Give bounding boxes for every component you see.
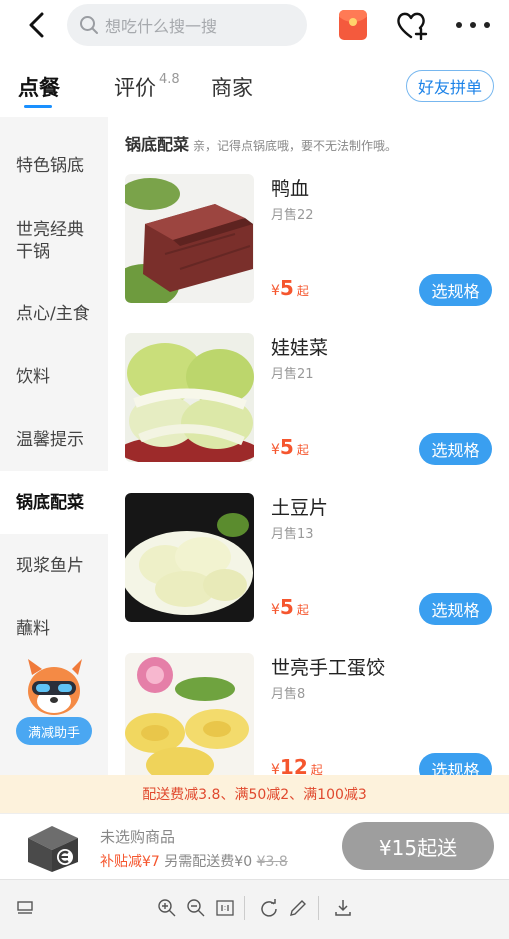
sidebar-item-special-base[interactable]: 特色锅底 <box>0 155 108 177</box>
tab-reviews-label: 评价 <box>114 76 156 100</box>
product-item[interactable]: 世亮手工蛋饺 月售8 ¥12 起 选规格 <box>108 653 509 775</box>
product-price: ¥5 起 <box>271 435 309 459</box>
price-suffix: 起 <box>296 284 309 298</box>
download-icon[interactable] <box>332 897 354 919</box>
layout-icon[interactable] <box>14 897 36 919</box>
sidebar-item-fish-slices[interactable]: 现浆鱼片 <box>0 555 108 577</box>
cart-status: 未选购商品 <box>100 828 176 846</box>
product-sales: 月售8 <box>271 687 306 702</box>
price-currency: ¥ <box>271 442 280 458</box>
product-price: ¥5 起 <box>271 276 309 300</box>
actual-size-icon[interactable] <box>214 897 236 919</box>
product-name: 娃娃菜 <box>271 337 329 359</box>
min-order-button[interactable]: ¥15起送 <box>342 822 494 870</box>
product-image <box>125 174 254 303</box>
product-list: 锅底配菜亲，记得点锅底哦，要不无法制作哦。 鸭血 月售22 ¥5起 选规格 <box>108 117 509 775</box>
product-price: ¥12 起 <box>271 755 323 775</box>
tab-bar: 点餐 评价 4.8 商家 好友拼单 <box>0 60 509 116</box>
price-currency: ¥ <box>271 602 280 618</box>
top-bar: 想吃什么搜一搜 <box>0 0 509 52</box>
tab-order[interactable]: 点餐 <box>18 72 60 102</box>
product-price: ¥5 起 <box>271 595 309 619</box>
red-packet-icon[interactable] <box>339 10 367 40</box>
product-sales: 月售22 <box>271 208 314 223</box>
more-icon[interactable] <box>456 14 490 36</box>
rating-score: 4.8 <box>159 72 180 87</box>
product-image <box>125 653 254 775</box>
toolbar-divider <box>318 896 319 920</box>
price-currency: ¥ <box>271 283 280 299</box>
viewer-toolbar <box>0 879 509 939</box>
tab-merchant[interactable]: 商家 <box>211 72 253 102</box>
search-placeholder: 想吃什么搜一搜 <box>105 17 218 36</box>
zoom-out-icon[interactable] <box>185 897 207 919</box>
product-item[interactable]: 鸭血 月售22 ¥5 起 选规格 <box>108 174 509 334</box>
edit-icon[interactable] <box>287 897 309 919</box>
sidebar-item-snacks[interactable]: 点心/主食 <box>0 303 108 325</box>
select-spec-button[interactable]: 选规格 <box>419 274 492 306</box>
group-order-button[interactable]: 好友拼单 <box>406 70 494 102</box>
active-tab-indicator <box>24 105 52 108</box>
delivery-fee-text: 另需配送费¥0 <box>164 854 253 870</box>
promo-banner: 配送费减3.8、满50减2、满100减3 <box>0 775 509 813</box>
product-item[interactable]: 土豆片 月售13 ¥5 起 选规格 <box>108 493 509 653</box>
section-title: 锅底配菜 <box>125 135 190 154</box>
select-spec-button[interactable]: 选规格 <box>419 433 492 465</box>
select-spec-button[interactable]: 选规格 <box>419 753 492 775</box>
sidebar-item-dips[interactable]: 蘸料 <box>0 618 108 640</box>
subsidy-text: 补贴减¥7 <box>100 854 160 870</box>
section-note: 亲，记得点锅底哦，要不无法制作哦。 <box>193 139 398 153</box>
product-item[interactable]: 娃娃菜 月售21 ¥5 起 选规格 <box>108 333 509 493</box>
sidebar-item-sides[interactable]: 锅底配菜 <box>0 471 108 534</box>
price-value: 5 <box>279 276 294 300</box>
zoom-in-icon[interactable] <box>156 897 178 919</box>
sidebar-item-drinks[interactable]: 饮料 <box>0 366 108 388</box>
tab-reviews[interactable]: 评价 4.8 <box>114 72 180 102</box>
price-value: 5 <box>279 595 294 619</box>
price-suffix: 起 <box>310 763 323 775</box>
favorite-add-icon[interactable] <box>396 10 428 41</box>
product-image <box>125 333 254 462</box>
price-suffix: 起 <box>296 443 309 457</box>
product-sales: 月售13 <box>271 527 314 542</box>
product-name: 土豆片 <box>271 497 329 519</box>
product-name: 鸭血 <box>271 178 310 200</box>
product-sales: 月售21 <box>271 367 314 382</box>
rotate-icon[interactable] <box>258 897 280 919</box>
search-icon <box>80 16 98 34</box>
sidebar-item-tips[interactable]: 温馨提示 <box>0 429 108 451</box>
price-suffix: 起 <box>296 603 309 617</box>
original-delivery-fee: ¥3.8 <box>256 854 288 870</box>
select-spec-button[interactable]: 选规格 <box>419 593 492 625</box>
discount-helper-button[interactable]: 满减助手 <box>16 717 92 745</box>
section-header: 锅底配菜 亲，记得点锅底哦，要不无法制作哦。 <box>125 131 397 155</box>
product-image <box>125 493 254 622</box>
price-value: 12 <box>279 755 308 775</box>
cart-icon[interactable] <box>22 820 82 874</box>
price-currency: ¥ <box>271 762 280 775</box>
cart-bar: 未选购商品 补贴减¥7 另需配送费¥0 ¥3.8 ¥15起送 <box>0 813 509 879</box>
category-sidebar: 特色锅底 世亮经典干锅 点心/主食 饮料 温馨提示 锅底配菜 现浆鱼片 蘸料 满… <box>0 117 108 775</box>
search-input[interactable]: 想吃什么搜一搜 <box>67 4 307 46</box>
back-icon[interactable] <box>22 10 52 40</box>
sidebar-item-dry-pot[interactable]: 世亮经典干锅 <box>0 219 108 263</box>
product-name: 世亮手工蛋饺 <box>271 657 386 679</box>
toolbar-divider <box>244 896 245 920</box>
cart-fee-info: 补贴减¥7 另需配送费¥0 ¥3.8 <box>100 851 288 871</box>
price-value: 5 <box>279 435 294 459</box>
